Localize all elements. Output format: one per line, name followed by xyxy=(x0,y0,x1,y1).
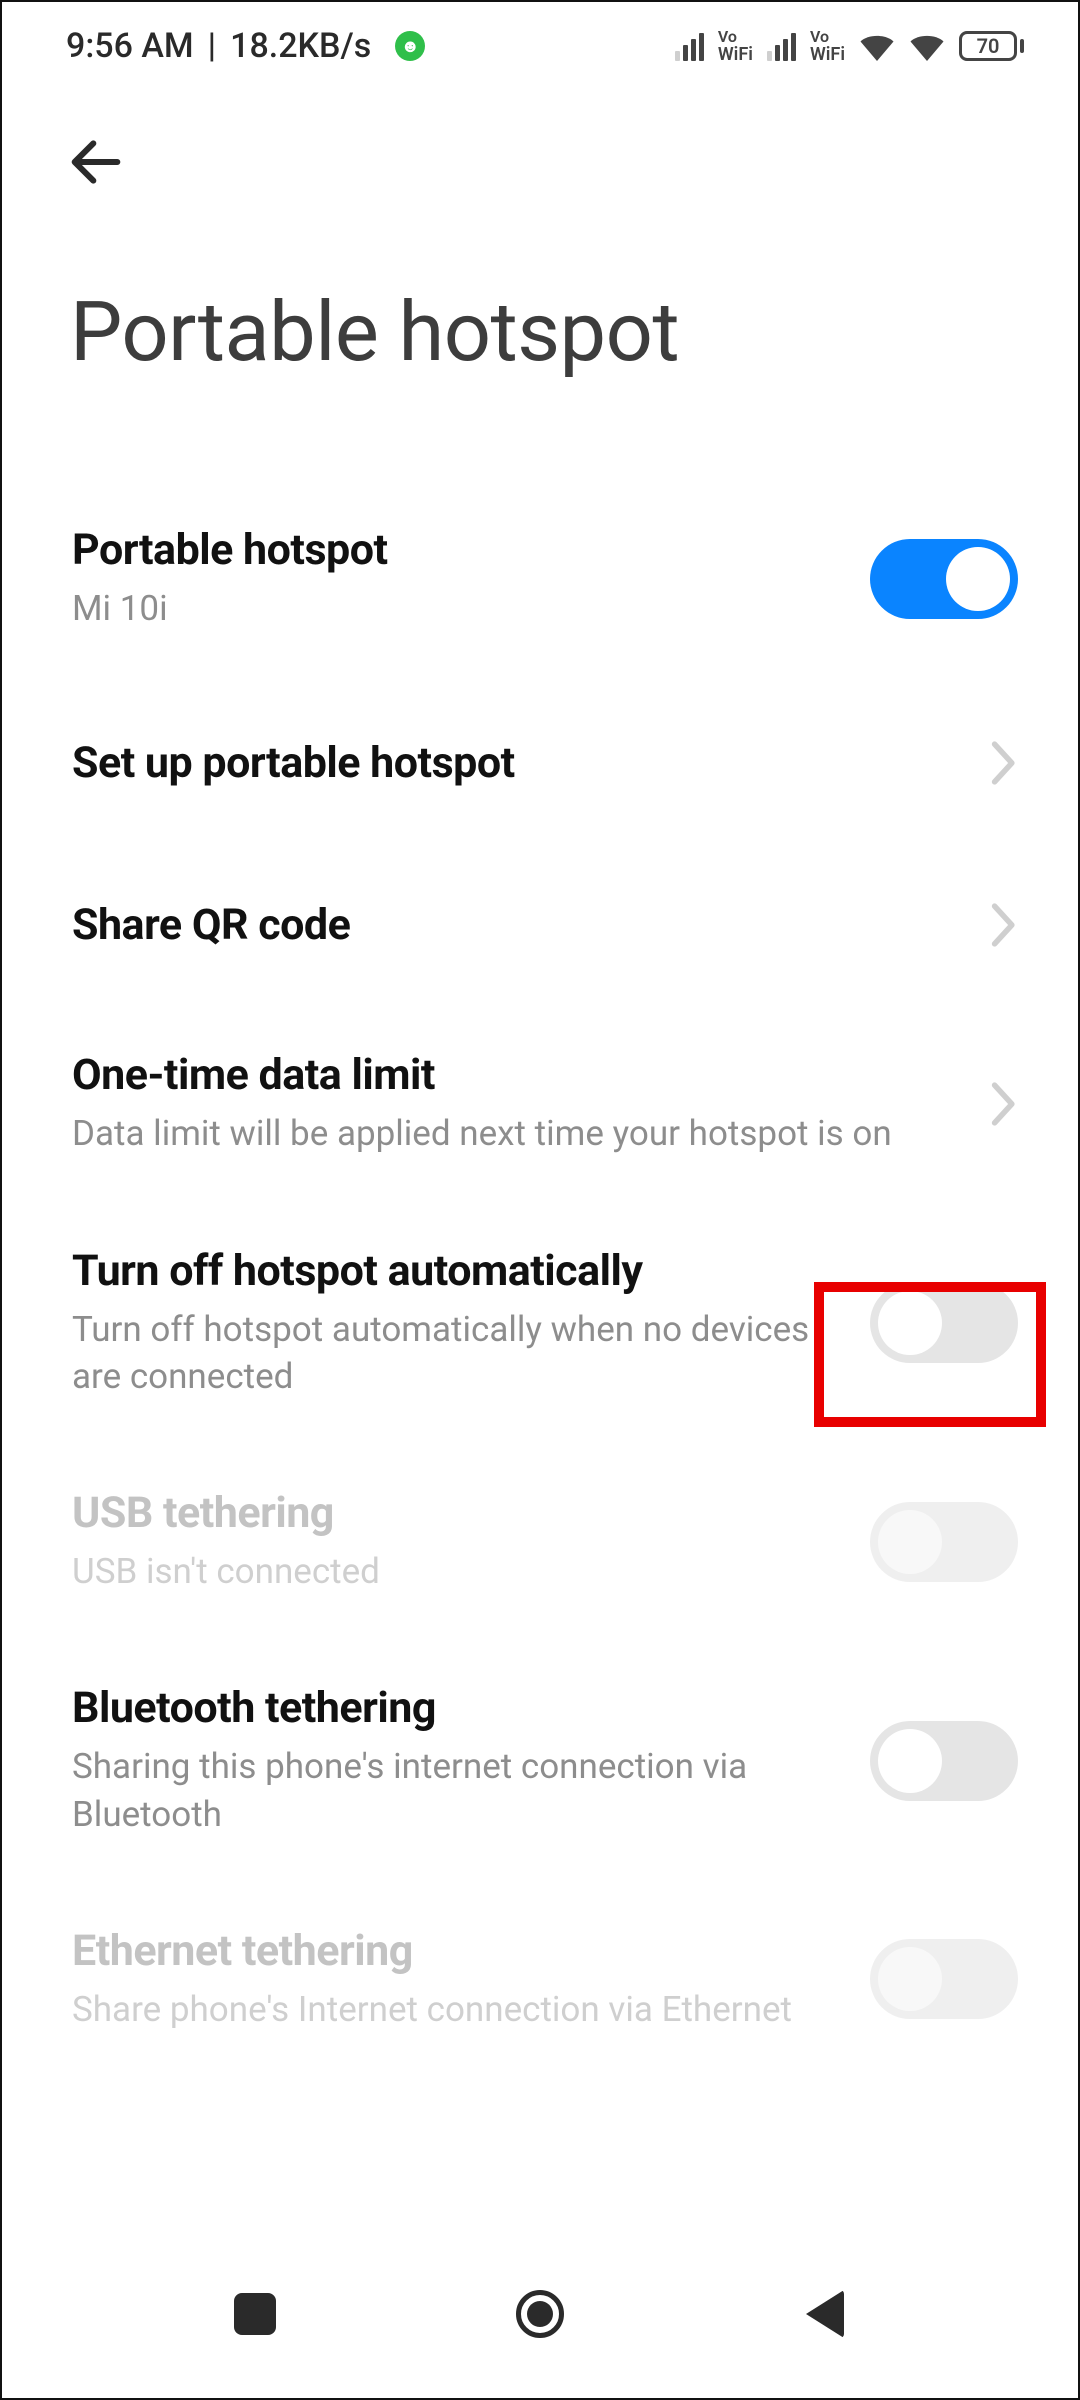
qr-title: Share QR code xyxy=(72,900,960,950)
vowifi1-icon: Vo WiFi xyxy=(718,28,753,64)
signal-sim1-icon xyxy=(675,31,704,61)
row-portable-hotspot[interactable]: Portable hotspot Mi 10i xyxy=(72,481,1018,676)
wifi2-icon xyxy=(909,31,945,61)
row-auto-off[interactable]: Turn off hotspot automatically Turn off … xyxy=(72,1202,1018,1445)
wifi-label: WiFi xyxy=(810,46,845,64)
nav-bar xyxy=(2,2258,1078,2398)
arrow-left-icon xyxy=(64,130,128,194)
status-bar: 9:56 AM | 18.2KB/s ☻ Vo WiFi Vo WiFi 70 xyxy=(2,2,1078,90)
vowifi2-icon: Vo WiFi xyxy=(810,28,845,64)
header: Portable hotspot xyxy=(2,90,1078,381)
auto-off-toggle[interactable] xyxy=(870,1283,1018,1363)
eth-sub: Share phone's Internet connection via Et… xyxy=(72,1986,840,2033)
auto-off-sub: Turn off hotspot automatically when no d… xyxy=(72,1306,840,1401)
status-right: Vo WiFi Vo WiFi 70 xyxy=(675,28,1024,64)
usb-sub: USB isn't connected xyxy=(72,1548,840,1595)
row-bluetooth-tethering[interactable]: Bluetooth tethering Sharing this phone's… xyxy=(72,1639,1018,1882)
setup-title: Set up portable hotspot xyxy=(72,738,960,788)
row-usb-tethering: USB tethering USB isn't connected xyxy=(72,1444,1018,1639)
home-button[interactable] xyxy=(480,2274,600,2354)
page-title: Portable hotspot xyxy=(70,284,1024,381)
row-setup-hotspot[interactable]: Set up portable hotspot xyxy=(72,676,1018,844)
chevron-right-icon xyxy=(990,741,1018,785)
nav-back-button[interactable] xyxy=(765,2274,885,2354)
limit-sub: Data limit will be applied next time you… xyxy=(72,1110,960,1157)
recents-button[interactable] xyxy=(195,2274,315,2354)
wifi1-icon xyxy=(859,31,895,61)
face-status-icon: ☻ xyxy=(395,31,425,61)
hotspot-toggle[interactable] xyxy=(870,539,1018,619)
chevron-right-icon xyxy=(990,903,1018,947)
status-net-rate: 18.2KB/s xyxy=(230,26,371,66)
row-data-limit[interactable]: One-time data limit Data limit will be a… xyxy=(72,1006,1018,1201)
status-separator: | xyxy=(208,26,216,66)
settings-list: Portable hotspot Mi 10i Set up portable … xyxy=(2,381,1078,2077)
limit-title: One-time data limit xyxy=(72,1050,960,1100)
wifi-label: WiFi xyxy=(718,46,753,64)
auto-off-title: Turn off hotspot automatically xyxy=(72,1246,840,1296)
hotspot-sub: Mi 10i xyxy=(72,585,840,632)
bt-toggle[interactable] xyxy=(870,1721,1018,1801)
triangle-left-icon xyxy=(806,2290,844,2338)
bt-sub: Sharing this phone's internet connection… xyxy=(72,1743,840,1838)
row-ethernet-tethering: Ethernet tethering Share phone's Interne… xyxy=(72,1882,1018,2077)
hotspot-title: Portable hotspot xyxy=(72,525,840,575)
battery-percent: 70 xyxy=(977,34,1000,58)
usb-title: USB tethering xyxy=(72,1488,840,1538)
square-icon xyxy=(234,2293,276,2335)
eth-title: Ethernet tethering xyxy=(72,1926,840,1976)
back-button[interactable] xyxy=(54,120,138,204)
status-time: 9:56 AM xyxy=(66,26,194,66)
bt-title: Bluetooth tethering xyxy=(72,1683,840,1733)
chevron-right-icon xyxy=(990,1082,1018,1126)
signal-sim2-icon xyxy=(767,31,796,61)
status-left: 9:56 AM | 18.2KB/s ☻ xyxy=(66,26,425,66)
eth-toggle xyxy=(870,1939,1018,2019)
circle-icon xyxy=(516,2290,564,2338)
row-share-qr[interactable]: Share QR code xyxy=(72,844,1018,1006)
battery-icon: 70 xyxy=(959,31,1024,61)
usb-toggle xyxy=(870,1502,1018,1582)
